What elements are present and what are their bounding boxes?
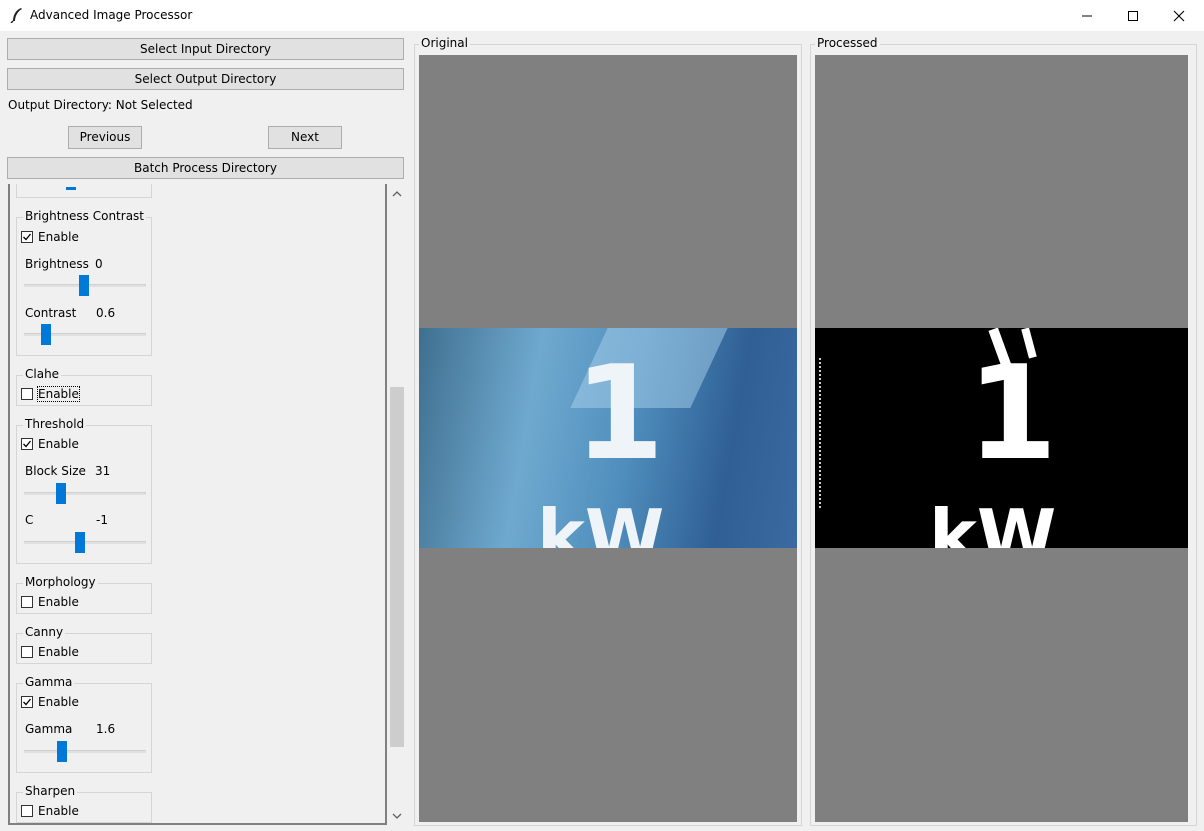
scroll-up-arrow-icon[interactable] <box>392 190 402 198</box>
block-size-label: Block Size <box>25 464 86 478</box>
c-slider-thumb[interactable] <box>75 532 85 553</box>
enable-checkbox[interactable] <box>21 805 33 817</box>
close-button[interactable] <box>1156 0 1202 31</box>
brightness-value: 0 <box>95 257 103 271</box>
enable-label: Enable <box>38 695 79 709</box>
gamma-label: Gamma <box>25 722 73 736</box>
contrast-slider-thumb[interactable] <box>41 324 51 345</box>
checkmark-icon <box>23 233 32 241</box>
output-directory-label: Output Directory: Not Selected <box>8 98 193 112</box>
checkmark-icon <box>23 698 32 706</box>
select-output-directory-button[interactable]: Select Output Directory <box>7 68 404 90</box>
brightness-slider-thumb[interactable] <box>79 275 89 296</box>
enable-checkbox[interactable] <box>21 646 33 658</box>
processed-panel: Processed 1 kW <box>810 36 1197 826</box>
processed-panel-title: Processed <box>815 36 880 50</box>
filter-group-partial <box>16 184 152 198</box>
slider-thumb[interactable] <box>66 187 76 190</box>
filter-title: Gamma <box>23 675 75 689</box>
processed-digit: 1 <box>967 337 1058 489</box>
filter-title: Canny <box>23 625 66 639</box>
filter-group-morphology: Morphology Enable <box>16 575 152 614</box>
original-panel: Original 1 kW <box>414 36 802 826</box>
block-size-slider-track[interactable] <box>24 492 146 495</box>
enable-checkbox[interactable] <box>21 231 33 243</box>
filter-title: Morphology <box>23 575 98 589</box>
filter-group-threshold: Threshold Enable Block Size 31 C -1 <box>16 417 152 564</box>
enable-label: Enable <box>38 645 79 659</box>
scrollbar-thumb[interactable] <box>390 387 404 747</box>
c-value: -1 <box>96 513 108 527</box>
gamma-slider-track[interactable] <box>24 750 146 753</box>
enable-checkbox[interactable] <box>21 596 33 608</box>
original-unit: kW <box>537 494 665 548</box>
contrast-value: 0.6 <box>96 306 116 320</box>
filter-title: Sharpen <box>23 784 78 798</box>
enable-checkbox[interactable] <box>21 388 33 400</box>
processed-unit: kW <box>929 494 1057 548</box>
original-digit: 1 <box>574 337 665 489</box>
maximize-icon <box>1128 11 1138 21</box>
minimize-button[interactable] <box>1064 0 1110 31</box>
previous-button[interactable]: Previous <box>68 126 142 149</box>
filter-group-canny: Canny Enable <box>16 625 152 664</box>
batch-process-button[interactable]: Batch Process Directory <box>7 157 404 179</box>
noise-speckle <box>819 358 829 508</box>
enable-label: Enable <box>38 230 79 244</box>
original-image-canvas: 1 kW <box>419 55 797 822</box>
filter-group-gamma: Gamma Enable Gamma 1.6 <box>16 675 152 773</box>
minimize-icon <box>1082 15 1092 17</box>
title-bar: Advanced Image Processor <box>0 0 1204 31</box>
select-input-directory-button[interactable]: Select Input Directory <box>7 38 404 60</box>
processed-image: 1 kW <box>815 328 1188 548</box>
scroll-down-arrow-icon[interactable] <box>392 812 402 820</box>
gamma-value: 1.6 <box>96 722 116 736</box>
enable-label: Enable <box>38 437 79 451</box>
filter-title: Threshold <box>23 417 87 431</box>
filter-title: Brightness Contrast <box>23 209 147 223</box>
enable-label: Enable <box>38 595 79 609</box>
original-panel-title: Original <box>419 36 470 50</box>
enable-label: Enable <box>38 804 79 818</box>
feather-icon <box>10 8 22 23</box>
contrast-label: Contrast <box>25 306 77 320</box>
enable-checkbox[interactable] <box>21 696 33 708</box>
c-slider-track[interactable] <box>24 541 146 544</box>
enable-label: Enable <box>37 386 80 402</box>
next-button[interactable]: Next <box>268 126 342 149</box>
block-size-slider-thumb[interactable] <box>56 483 66 504</box>
processed-image-canvas: 1 kW <box>815 55 1188 822</box>
brightness-label: Brightness <box>25 257 89 271</box>
filter-group-brightness-contrast: Brightness Contrast Enable Brightness 0 … <box>16 209 152 356</box>
window-title: Advanced Image Processor <box>30 8 193 22</box>
original-image: 1 kW <box>419 328 797 548</box>
close-icon <box>1173 10 1185 22</box>
filter-scrollbar[interactable] <box>389 184 405 825</box>
gamma-slider-thumb[interactable] <box>57 741 67 762</box>
filter-title: Clahe <box>23 367 62 381</box>
filter-settings-frame: Brightness Contrast Enable Brightness 0 … <box>8 184 387 825</box>
enable-checkbox[interactable] <box>21 438 33 450</box>
filter-group-clahe: Clahe Enable <box>16 367 152 406</box>
checkmark-icon <box>23 440 32 448</box>
filter-group-sharpen: Sharpen Enable <box>16 784 152 823</box>
maximize-button[interactable] <box>1110 0 1156 31</box>
c-label: C <box>25 513 34 527</box>
block-size-value: 31 <box>95 464 111 478</box>
